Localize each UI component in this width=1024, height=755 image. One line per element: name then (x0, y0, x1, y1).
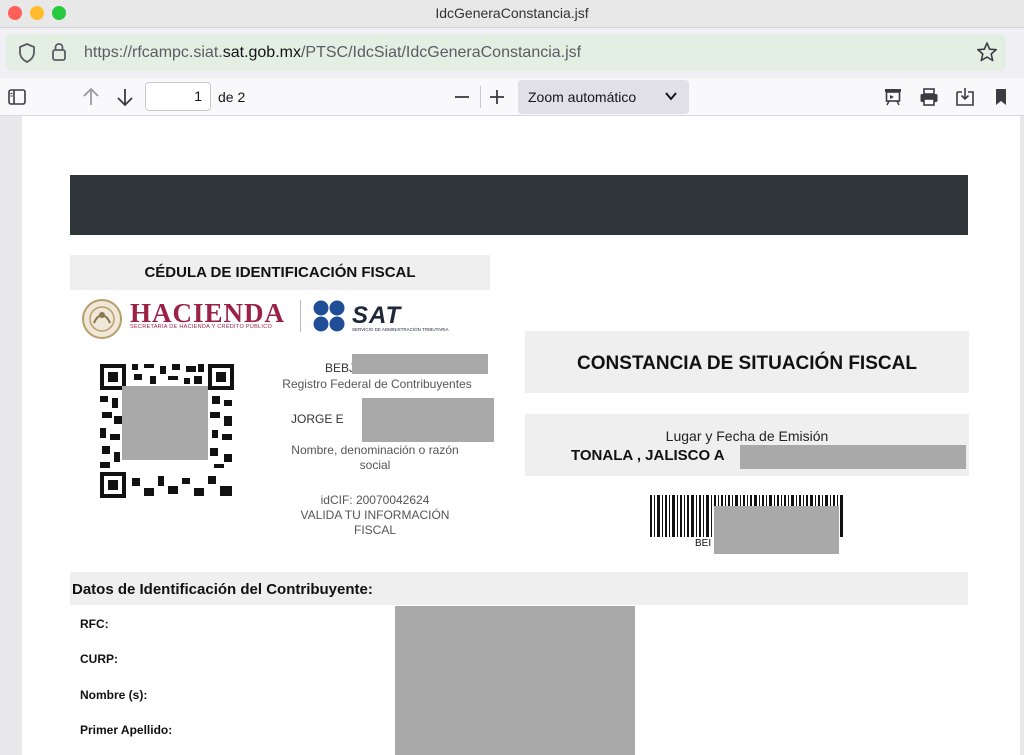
sat-logo-subtitle: SERVICIO DE ADMINISTRACIÓN TRIBUTARIA (352, 327, 449, 332)
save-download-icon[interactable] (954, 86, 976, 108)
field-label-rfc: RFC: (80, 617, 109, 631)
name-caption: Nombre, denominación o razón social (270, 443, 480, 473)
lugar-fecha-value: TONALA , JALISCO A (571, 447, 725, 464)
redaction-fecha (740, 445, 966, 469)
datos-title: Datos de Identificación del Contribuyent… (72, 581, 373, 598)
page-number-input[interactable]: 1 (145, 82, 211, 111)
sidebar-toggle-icon[interactable] (6, 86, 28, 108)
lugar-fecha-label: Lugar y Fecha de Emisión (665, 428, 829, 444)
redaction-barcode (714, 506, 839, 554)
previous-page-icon[interactable] (80, 86, 102, 108)
url-path: /PTSC/IdcSiat/IdcGeneraConstancia.jsf (300, 44, 582, 61)
qr-code (98, 362, 236, 500)
logo-divider (300, 300, 301, 332)
url-domain: sat.gob.mx (222, 44, 301, 61)
zoom-out-icon[interactable] (451, 86, 473, 108)
rfc-partial-value: BEBJ (325, 361, 356, 375)
shield-icon[interactable] (18, 43, 36, 63)
print-icon[interactable] (918, 86, 940, 108)
rfc-caption: Registro Federal de Contribuyentes (282, 377, 472, 391)
window-title: IdcGeneraConstancia.jsf (435, 5, 589, 21)
cedula-header: CÉDULA DE IDENTIFICACIÓN FISCAL (70, 255, 490, 290)
zoom-select-value: Zoom automático (528, 89, 637, 105)
url-prefix: https://rfcampc.siat. (84, 44, 223, 61)
zoom-select[interactable]: Zoom automático (518, 80, 689, 114)
url-bar[interactable]: https://rfcampc.siat.sat.gob.mx/PTSC/Idc… (6, 34, 1006, 71)
sat-logo-icon (313, 300, 345, 332)
redaction-name (362, 398, 494, 442)
datos-section-header: Datos de Identificación del Contribuyent… (70, 572, 968, 605)
navigation-bar: https://rfcampc.siat.sat.gob.mx/PTSC/Idc… (0, 28, 1024, 78)
valida-line2: FISCAL (353, 523, 396, 537)
valida-line1: VALIDA TU INFORMACIÓN (300, 508, 450, 522)
redaction-datos (395, 606, 635, 755)
header-band (70, 175, 968, 235)
barcode-text: BEI (695, 538, 712, 549)
field-label-primer-apellido: Primer Apellido: (80, 723, 173, 737)
hacienda-seal-icon (82, 299, 122, 339)
idcif-value: idCIF: 20070042624 (320, 493, 430, 507)
page-count-label: de 2 (218, 89, 246, 105)
idcif-block: idCIF: 20070042624 VALIDA TU INFORMACIÓN… (270, 493, 480, 538)
lock-icon[interactable] (51, 42, 67, 62)
sat-logo-text: SAT (352, 302, 402, 329)
field-label-curp: CURP: (80, 652, 118, 666)
url-text[interactable]: https://rfcampc.siat.sat.gob.mx/PTSC/Idc… (84, 44, 581, 62)
hacienda-logo-subtitle: SECRETARÍA DE HACIENDA Y CRÉDITO PÚBLICO (130, 324, 273, 330)
name-caption-line1: Nombre, denominación o razón (291, 443, 459, 457)
name-partial-value: JORGE E (291, 412, 344, 426)
field-label-nombre: Nombre (s): (80, 688, 148, 702)
chevron-down-icon (665, 92, 677, 101)
constancia-header: CONSTANCIA DE SITUACIÓN FISCAL (525, 331, 969, 393)
constancia-title: CONSTANCIA DE SITUACIÓN FISCAL (577, 353, 917, 374)
redaction-rfc (352, 354, 488, 374)
cedula-title: CÉDULA DE IDENTIFICACIÓN FISCAL (144, 264, 416, 281)
toolbar-separator (480, 86, 481, 108)
next-page-icon[interactable] (114, 86, 136, 108)
pdf-toolbar: 1 de 2 Zoom automático (0, 78, 1024, 116)
bookmark-icon[interactable] (990, 86, 1012, 108)
name-caption-line2: social (359, 458, 391, 472)
bookmark-star-icon[interactable] (976, 41, 998, 63)
window-titlebar: IdcGeneraConstancia.jsf (0, 0, 1024, 28)
zoom-in-icon[interactable] (486, 86, 508, 108)
presentation-mode-icon[interactable] (882, 86, 904, 108)
